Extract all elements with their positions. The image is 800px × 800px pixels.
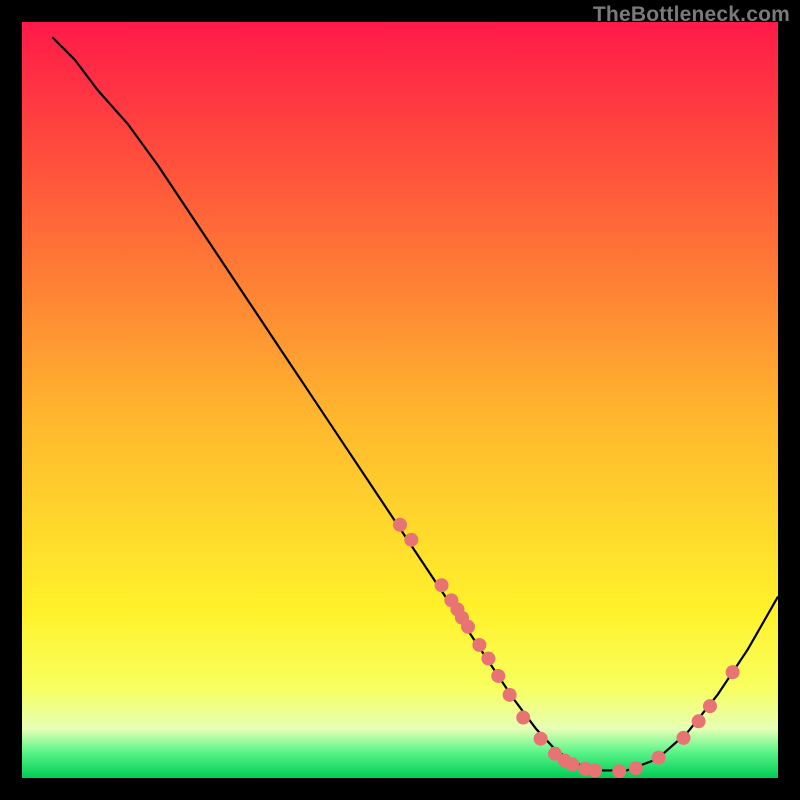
data-point <box>612 764 626 778</box>
data-point <box>565 757 579 771</box>
watermark-text: TheBottleneck.com <box>593 3 790 27</box>
chart-plot-area <box>22 22 778 778</box>
data-point <box>404 533 418 547</box>
data-point <box>588 763 602 777</box>
data-point <box>516 711 530 725</box>
data-point <box>692 714 706 728</box>
data-point <box>703 699 717 713</box>
bottleneck-curve <box>52 37 778 770</box>
data-point <box>461 620 475 634</box>
data-point <box>491 669 505 683</box>
data-point <box>435 578 449 592</box>
data-points-group <box>393 518 740 778</box>
data-point <box>726 665 740 679</box>
chart-frame: TheBottleneck.com <box>0 0 800 800</box>
data-point <box>534 732 548 746</box>
data-point <box>472 638 486 652</box>
data-point <box>652 751 666 765</box>
data-point <box>629 761 643 775</box>
data-point <box>677 731 691 745</box>
data-point <box>481 652 495 666</box>
data-point <box>503 688 517 702</box>
data-point <box>393 518 407 532</box>
chart-svg <box>22 22 778 778</box>
